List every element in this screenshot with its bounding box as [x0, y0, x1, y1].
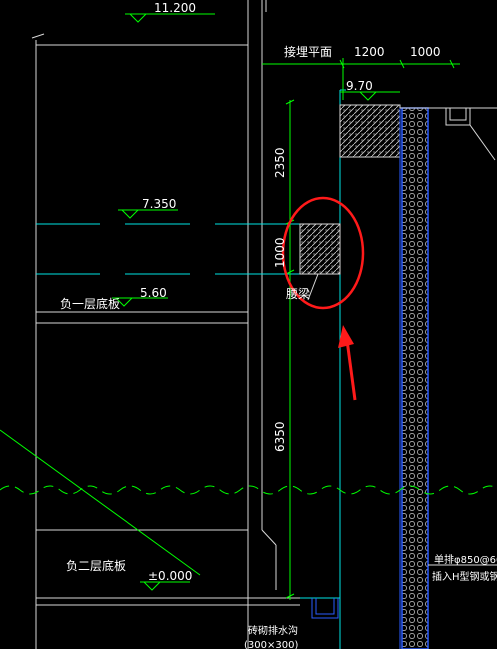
elev-ground: ±0.000	[148, 569, 192, 583]
triangle-marker-icon	[129, 13, 147, 23]
cad-drawing-canvas: 11.200 9.70 7.350 5.60 ±0.000 1200 1000 …	[0, 0, 497, 649]
elev-mid: 7.350	[142, 197, 176, 211]
dim-1200: 1200	[354, 45, 385, 59]
pile-wall	[401, 107, 429, 649]
dim-1000-beam: 1000	[273, 237, 287, 268]
dim-6350: 6350	[273, 421, 287, 452]
red-arrow-icon	[338, 325, 357, 401]
drain-size-label: (300×300)	[244, 640, 298, 649]
floor-b1-label: 负一层底板	[60, 296, 120, 311]
section-drawing: 11.200 9.70 7.350 5.60 ±0.000 1200 1000 …	[0, 0, 497, 649]
waist-beam	[299, 223, 341, 275]
triangle-marker-icon	[359, 91, 377, 101]
dim-1000-top: 1000	[410, 45, 441, 59]
plan-ref-label: 接埋平面	[284, 44, 332, 59]
triangle-marker-icon	[143, 581, 161, 591]
dim-2350: 2350	[273, 147, 287, 178]
drain-channel-top	[445, 108, 496, 161]
beam-label: 腰梁	[286, 286, 310, 301]
top-beam	[339, 104, 401, 158]
elev-top: 11.200	[154, 1, 196, 15]
pile-note-1: 单排φ850@60	[434, 553, 497, 566]
floor-b2-label: 负二层底板	[66, 558, 126, 573]
triangle-marker-icon	[121, 209, 139, 219]
drain-label: 砖砌排水沟	[248, 624, 298, 637]
elevation-markers	[112, 13, 400, 591]
elev-floor-b1: 5.60	[140, 286, 167, 300]
drain-channel-bottom	[311, 598, 339, 619]
building-outline	[31, 0, 300, 649]
pile-note-2: 插入H型钢或钢管桩止	[432, 570, 497, 583]
elev-beam-top: 9.70	[346, 79, 373, 93]
